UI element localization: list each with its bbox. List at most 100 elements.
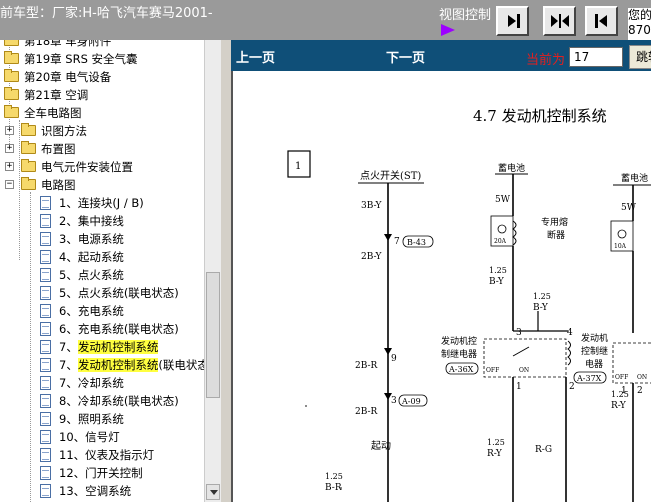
conn-b43-pin: 7 bbox=[394, 237, 400, 247]
battery-2-label: 蓄电池 bbox=[621, 172, 648, 184]
center-split-icon bbox=[550, 14, 569, 28]
fuse-5w-2-label: 5W bbox=[621, 203, 637, 213]
document-icon bbox=[40, 268, 51, 282]
info-panel: 您的 870 bbox=[628, 8, 651, 40]
chapter-tree: 第18章 车身附件 第19章 SRS 安全气囊 第20章 电气设备 第21章 空… bbox=[0, 40, 204, 502]
document-icon bbox=[40, 214, 51, 228]
wire-rg-label: R-G bbox=[535, 445, 552, 455]
center-split-button[interactable] bbox=[543, 6, 576, 36]
relay-1-pin-2: 2 bbox=[569, 382, 575, 392]
top-bar: 前车型：厂家:H-哈飞汽车赛马2001- 视图控制 您的 870 bbox=[0, 0, 651, 40]
document-icon bbox=[40, 466, 51, 480]
document-icon bbox=[40, 196, 51, 210]
wire-2br-label: 2B-R bbox=[355, 361, 378, 371]
document-icon bbox=[40, 286, 51, 300]
expand-right-icon bbox=[507, 14, 520, 28]
document-icon bbox=[40, 250, 51, 264]
relay-1-label-2: 制继电器 bbox=[441, 348, 477, 360]
relay-2-off: OFF bbox=[615, 374, 628, 381]
expand-plus-icon[interactable]: + bbox=[5, 144, 14, 153]
document-icon bbox=[40, 376, 51, 390]
folder-open-icon bbox=[4, 105, 19, 118]
document-icon bbox=[40, 358, 51, 372]
page-nav-bar: 上一页 下一页 当前为 跳转 bbox=[231, 40, 651, 71]
relay-1-pin-4: 4 bbox=[567, 328, 573, 338]
fuse-dedicated-label: 专用熔 bbox=[541, 216, 568, 228]
diagram-title: 4.7 发动机控制系统 bbox=[473, 107, 607, 125]
expand-plus-icon[interactable]: + bbox=[5, 126, 14, 135]
wire-3by-label: 3B-Y bbox=[361, 201, 383, 211]
relay-2-on: ON bbox=[637, 374, 647, 381]
conn-a09-label: A-09 bbox=[401, 397, 421, 406]
battery-1-label: 蓄电池 bbox=[498, 162, 525, 174]
folder-icon bbox=[4, 69, 19, 82]
conn-b43-label: B-43 bbox=[407, 238, 426, 247]
scan-speck bbox=[305, 405, 307, 407]
relay-1-pin-1: 1 bbox=[516, 382, 522, 392]
relay-1-label-1: 发动机控 bbox=[441, 335, 477, 347]
relay-1-off: OFF bbox=[486, 367, 499, 374]
tree-connector bbox=[30, 192, 31, 502]
document-icon bbox=[40, 394, 51, 408]
folder-open-icon bbox=[21, 177, 36, 190]
scrollbar-thumb[interactable] bbox=[206, 272, 220, 398]
connector-arrow-icon bbox=[384, 234, 392, 241]
expand-plus-icon[interactable]: + bbox=[5, 162, 14, 171]
prev-page-link[interactable]: 上一页 bbox=[236, 47, 275, 66]
wire-125by2-l1: 1.25 bbox=[533, 292, 551, 301]
folder-icon bbox=[21, 123, 36, 136]
expand-right-button[interactable] bbox=[496, 6, 529, 36]
scroll-down-button[interactable] bbox=[206, 484, 220, 500]
wire-125br-l2: B-R bbox=[325, 483, 342, 493]
pin-9-label: 9 bbox=[391, 354, 397, 364]
tree-scrollbar[interactable] bbox=[204, 40, 221, 502]
wire-125ry-l1: 1.25 bbox=[487, 438, 505, 447]
next-page-link[interactable]: 下一页 bbox=[386, 47, 425, 66]
wire-125by-l2: B-Y bbox=[489, 277, 505, 287]
wire-2br2-label: 2B-R bbox=[355, 407, 378, 417]
wire-2by-label: 2B-Y bbox=[361, 252, 383, 262]
relay-2-label-2: 控制继 bbox=[581, 345, 608, 357]
relay-2-code: A-37X bbox=[576, 374, 602, 383]
document-icon bbox=[40, 484, 51, 498]
wire-125ry2-l2: R-Y bbox=[611, 401, 627, 411]
document-icon bbox=[40, 412, 51, 426]
relay-1-pin-3: 3 bbox=[516, 328, 522, 338]
circuit-diagram-page: 4.7 发动机控制系统 1 点火开关(ST) 3B-Y 7 B-43 2B-Y … bbox=[231, 71, 651, 502]
wire-125ry2-l1: 1.25 bbox=[611, 390, 629, 399]
collapse-left-button[interactable] bbox=[585, 6, 618, 36]
fuse-dedicated-label2: 断器 bbox=[547, 229, 565, 241]
document-icon bbox=[40, 448, 51, 462]
current-page-input[interactable] bbox=[569, 47, 623, 67]
document-icon bbox=[40, 322, 51, 336]
folder-icon bbox=[4, 40, 19, 46]
current-page-label: 当前为 bbox=[526, 53, 566, 68]
fuse-5w-label: 5W bbox=[495, 195, 511, 205]
pane-divider[interactable] bbox=[221, 40, 231, 502]
wire-125by-l1: 1.25 bbox=[489, 266, 507, 275]
info-line-2: 870 bbox=[628, 23, 651, 37]
relay-1-switch bbox=[512, 346, 530, 357]
document-icon bbox=[40, 340, 51, 354]
relay-1-on: ON bbox=[519, 367, 529, 374]
scan-speck bbox=[340, 487, 342, 489]
document-icon bbox=[40, 430, 51, 444]
wire-125ry-l2: R-Y bbox=[487, 449, 503, 459]
wire-125by2-l2: B-Y bbox=[533, 303, 549, 313]
info-line-1: 您的 bbox=[628, 8, 651, 22]
ignition-switch-label: 点火开关(ST) bbox=[360, 169, 421, 182]
start-label: 起动 bbox=[371, 440, 391, 452]
fuse-20a-icon bbox=[497, 224, 507, 234]
view-control-label: 视图控制 bbox=[439, 8, 492, 23]
pin-3b-label: 3 bbox=[391, 396, 397, 406]
wire-125br-l1: 1.25 bbox=[325, 472, 343, 481]
car-model-title: 前车型：厂家:H-哈飞汽车赛马2001- bbox=[0, 6, 213, 21]
relay-2-pin-2: 2 bbox=[637, 386, 643, 396]
jump-button[interactable]: 跳转 bbox=[629, 45, 651, 69]
fuse-element-icon bbox=[512, 220, 517, 246]
folder-icon bbox=[4, 87, 19, 100]
circuit-diagram: 4.7 发动机控制系统 1 点火开关(ST) 3B-Y 7 B-43 2B-Y … bbox=[287, 107, 651, 502]
relay-1-coil-icon bbox=[567, 340, 571, 366]
collapse-minus-icon[interactable]: − bbox=[5, 180, 14, 189]
relay-1-code: A-36X bbox=[448, 365, 474, 374]
